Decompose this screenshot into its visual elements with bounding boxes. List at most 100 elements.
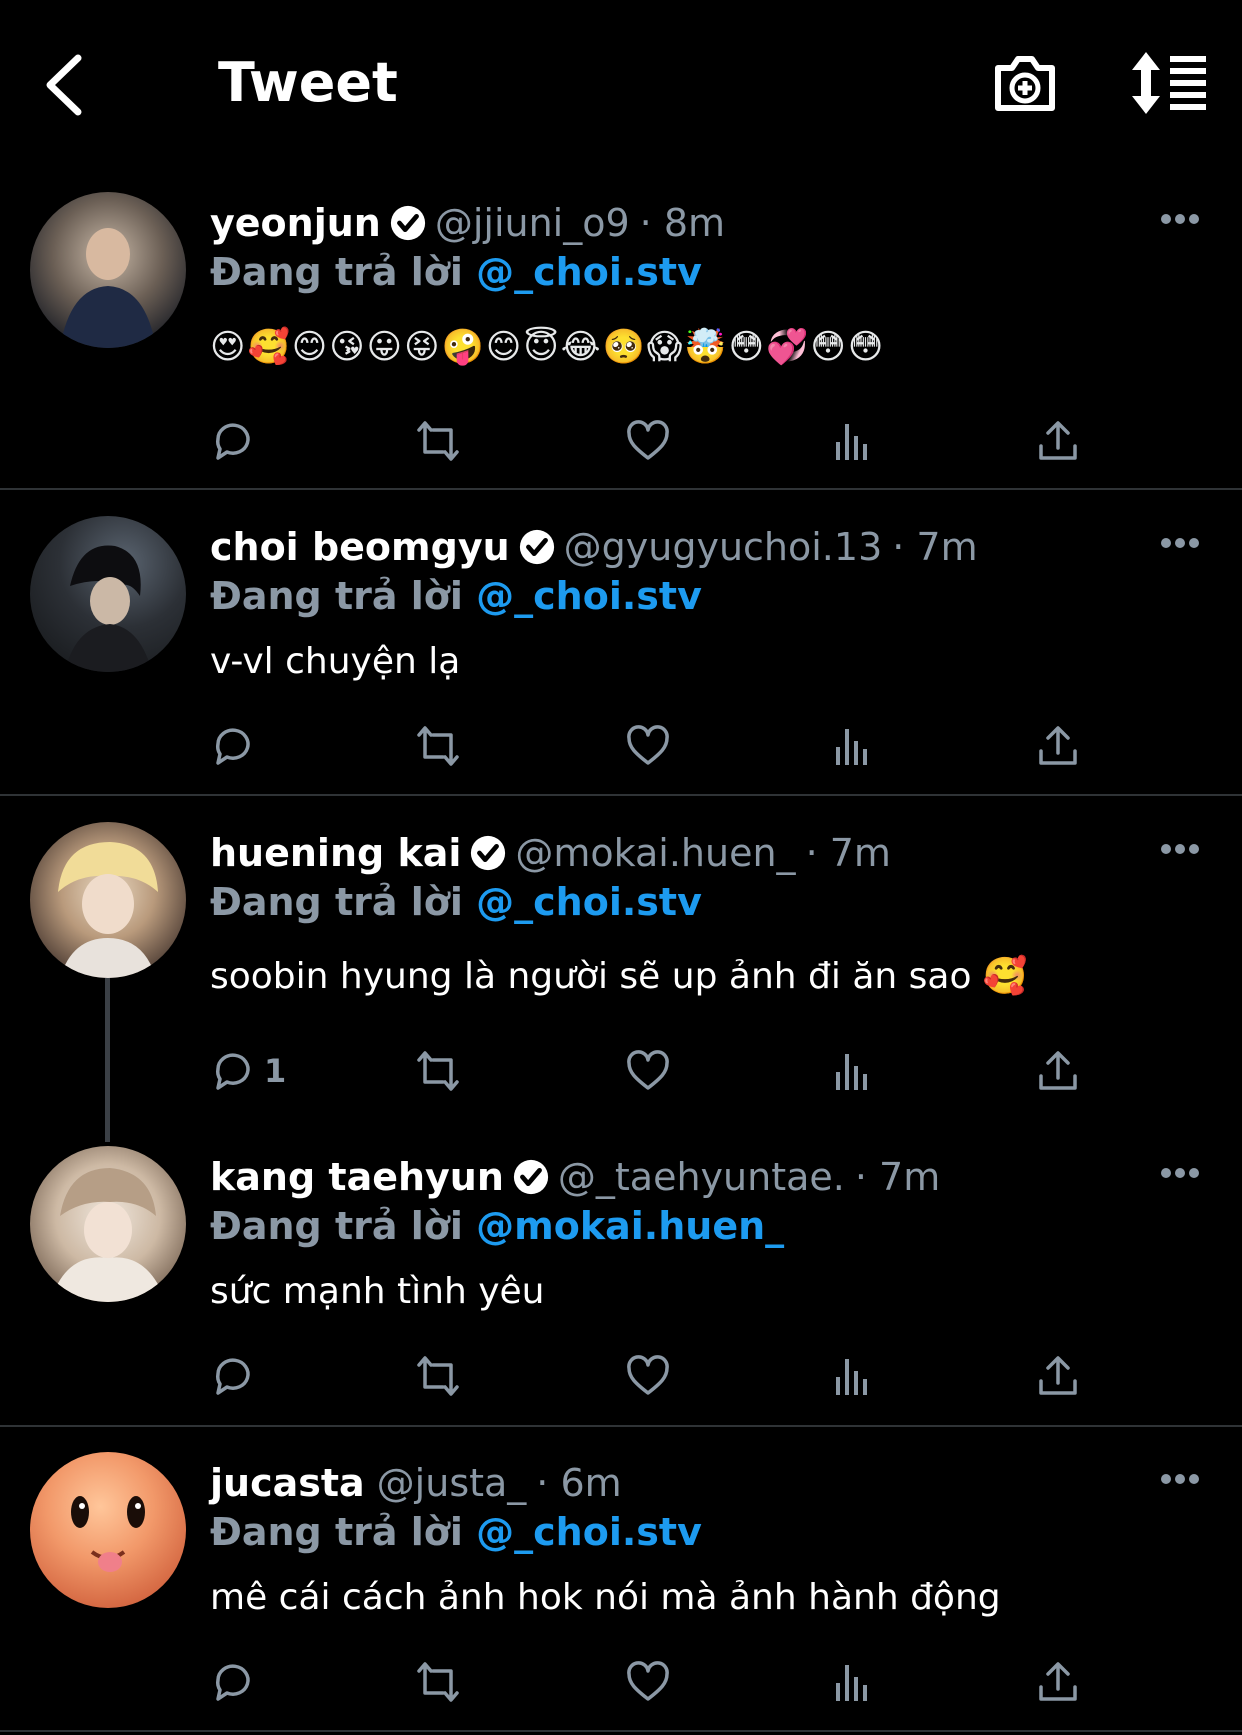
reply-mention[interactable]: @mokai.huen_ bbox=[476, 1204, 784, 1248]
handle[interactable]: @gyugyuchoi.13 bbox=[564, 525, 883, 569]
retweet-icon bbox=[417, 1051, 459, 1091]
action-bar: 1 bbox=[210, 1041, 1110, 1101]
handle[interactable]: @justa_ bbox=[377, 1461, 527, 1505]
avatar[interactable] bbox=[30, 192, 186, 348]
reply-button[interactable] bbox=[210, 1652, 256, 1712]
reply-mention[interactable]: @_choi.stv bbox=[476, 574, 702, 618]
like-button[interactable] bbox=[625, 411, 671, 471]
analytics-button[interactable] bbox=[830, 1652, 876, 1712]
reply-icon bbox=[215, 423, 250, 460]
timestamp: · 7m bbox=[854, 1155, 941, 1199]
more-options-icon[interactable] bbox=[1160, 536, 1200, 550]
heart-icon bbox=[627, 1355, 669, 1395]
reply-context: Đang trả lời @_choi.stv bbox=[210, 877, 702, 927]
reply-prefix: Đang trả lời bbox=[210, 880, 463, 924]
retweet-button[interactable] bbox=[415, 1041, 461, 1101]
more-options-icon[interactable] bbox=[1160, 842, 1200, 856]
chevron-left-icon[interactable] bbox=[40, 52, 90, 118]
verified-badge-icon bbox=[471, 835, 506, 871]
verified-badge-icon bbox=[519, 529, 554, 565]
analytics-button[interactable] bbox=[830, 716, 876, 776]
avatar[interactable] bbox=[30, 1452, 186, 1608]
display-name[interactable]: choi beomgyu bbox=[210, 525, 510, 569]
reply-mention[interactable]: @_choi.stv bbox=[476, 880, 702, 924]
share-button[interactable] bbox=[1035, 411, 1081, 471]
tweet-text: sức mạnh tình yêu bbox=[210, 1271, 545, 1312]
action-bar bbox=[210, 1346, 1110, 1406]
reply-button[interactable] bbox=[210, 411, 256, 471]
retweet-button[interactable] bbox=[415, 1652, 461, 1712]
more-options-icon[interactable] bbox=[1160, 212, 1200, 226]
reply-button[interactable]: 1 bbox=[210, 1041, 286, 1101]
reply-mention[interactable]: @_choi.stv bbox=[476, 1510, 702, 1554]
top-bar: Tweet bbox=[0, 0, 1242, 170]
analytics-icon bbox=[836, 424, 867, 460]
reply-prefix: Đang trả lời bbox=[210, 574, 463, 618]
action-bar bbox=[210, 411, 1110, 471]
analytics-icon bbox=[836, 1665, 867, 1701]
analytics-button[interactable] bbox=[830, 1346, 876, 1406]
reply-context: Đang trả lời @mokai.huen_ bbox=[210, 1201, 784, 1251]
reply-context: Đang trả lời @_choi.stv bbox=[210, 1507, 702, 1557]
action-bar bbox=[210, 716, 1110, 776]
more-options-icon[interactable] bbox=[1160, 1166, 1200, 1180]
share-button[interactable] bbox=[1035, 1346, 1081, 1406]
divider bbox=[0, 488, 1242, 490]
more-options-icon[interactable] bbox=[1160, 1472, 1200, 1486]
tweet-text: 😍🥰😊😘😛😝🤪😊😇😂🥺😱🤯😳💞😳😳 bbox=[210, 327, 886, 367]
avatar[interactable] bbox=[30, 822, 186, 978]
reply-mention[interactable]: @_choi.stv bbox=[476, 250, 702, 294]
reply-prefix: Đang trả lời bbox=[210, 250, 463, 294]
reply-count: 1 bbox=[264, 1052, 287, 1090]
tweet-text: v-vl chuyện lạ bbox=[210, 641, 461, 682]
divider bbox=[0, 1425, 1242, 1427]
tweet-text: soobin hyung là người sẽ up ảnh đi ăn sa… bbox=[210, 956, 1028, 997]
retweet-button[interactable] bbox=[415, 1346, 461, 1406]
share-icon bbox=[1039, 726, 1077, 765]
analytics-icon bbox=[836, 729, 867, 765]
share-icon bbox=[1039, 421, 1077, 460]
retweet-button[interactable] bbox=[415, 716, 461, 776]
display-name[interactable]: jucasta bbox=[210, 1461, 365, 1505]
like-button[interactable] bbox=[625, 1346, 671, 1406]
avatar[interactable] bbox=[30, 1146, 186, 1302]
display-name[interactable]: yeonjun bbox=[210, 201, 381, 245]
reply-icon bbox=[215, 1664, 250, 1701]
divider bbox=[0, 1730, 1242, 1732]
share-button[interactable] bbox=[1035, 1041, 1081, 1101]
retweet-icon bbox=[417, 1662, 459, 1702]
camera-plus-icon[interactable] bbox=[992, 50, 1058, 116]
like-button[interactable] bbox=[625, 1041, 671, 1101]
reply-context: Đang trả lời @_choi.stv bbox=[210, 247, 702, 297]
share-button[interactable] bbox=[1035, 1652, 1081, 1712]
analytics-button[interactable] bbox=[830, 1041, 876, 1101]
analytics-icon bbox=[836, 1054, 867, 1090]
thread-connector bbox=[105, 978, 110, 1142]
tweet-text: mê cái cách ảnh hok nói mà ảnh hành động bbox=[210, 1577, 1001, 1618]
handle[interactable]: @jjiuni_o9 bbox=[435, 201, 630, 245]
share-icon bbox=[1039, 1662, 1077, 1701]
reply-icon bbox=[215, 1358, 250, 1395]
reply-prefix: Đang trả lời bbox=[210, 1204, 463, 1248]
display-name[interactable]: kang taehyun bbox=[210, 1155, 504, 1199]
sort-list-icon[interactable] bbox=[1130, 50, 1210, 116]
analytics-button[interactable] bbox=[830, 411, 876, 471]
timestamp: · 8m bbox=[639, 201, 726, 245]
display-name[interactable]: huening kai bbox=[210, 831, 461, 875]
handle[interactable]: @_taehyuntae. bbox=[558, 1155, 845, 1199]
timestamp: · 7m bbox=[892, 525, 978, 569]
reply-button[interactable] bbox=[210, 716, 256, 776]
heart-icon bbox=[627, 1661, 669, 1701]
reply-icon bbox=[215, 1053, 250, 1090]
share-icon bbox=[1039, 1051, 1077, 1090]
reply-prefix: Đang trả lời bbox=[210, 1510, 463, 1554]
retweet-button[interactable] bbox=[415, 411, 461, 471]
share-button[interactable] bbox=[1035, 716, 1081, 776]
handle[interactable]: @mokai.huen_ bbox=[515, 831, 795, 875]
reply-context: Đang trả lời @_choi.stv bbox=[210, 571, 702, 621]
reply-button[interactable] bbox=[210, 1346, 256, 1406]
like-button[interactable] bbox=[625, 716, 671, 776]
share-icon bbox=[1039, 1356, 1077, 1395]
avatar[interactable] bbox=[30, 516, 186, 672]
like-button[interactable] bbox=[625, 1652, 671, 1712]
